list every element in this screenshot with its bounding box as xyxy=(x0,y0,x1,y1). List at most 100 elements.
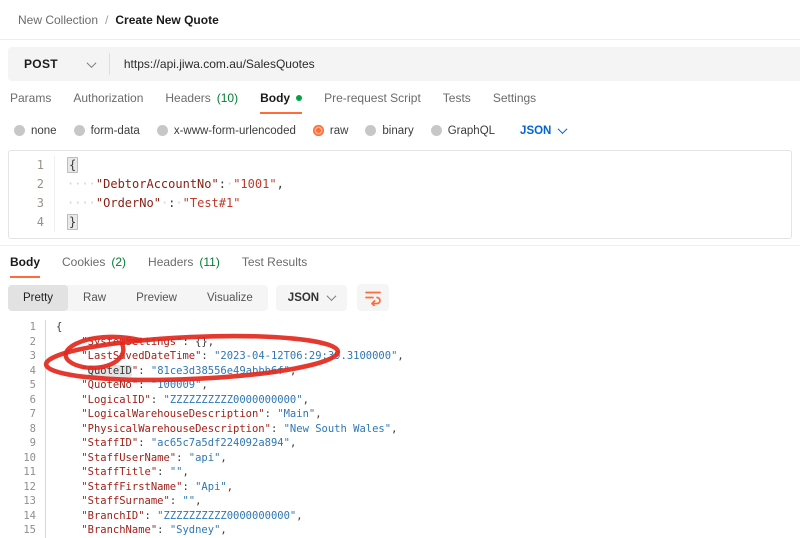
code-line: 1{ xyxy=(9,156,791,175)
radio-label: raw xyxy=(330,125,349,137)
code-line: 2····"DebtorAccountNo":·"1001", xyxy=(9,175,791,194)
code-line: 10 "StaffUserName": "api", xyxy=(0,451,800,466)
line-number: 2 xyxy=(0,335,46,350)
response-body-viewer: 1{2 "SystemSettings": {},3 "LastSavedDat… xyxy=(0,318,800,538)
tab-count-badge: (10) xyxy=(217,91,238,105)
view-mode-visualize[interactable]: Visualize xyxy=(192,285,268,311)
line-content: "LogicalWarehouseDescription": "Main", xyxy=(46,407,322,422)
line-number: 5 xyxy=(0,378,46,393)
response-toolbar: PrettyRawPreviewVisualize JSON xyxy=(0,278,800,318)
line-number: 1 xyxy=(9,156,55,175)
radio-label: binary xyxy=(382,125,413,137)
line-number: 7 xyxy=(0,407,46,422)
line-content: "LogicalID": "ZZZZZZZZZZ0000000000", xyxy=(46,393,309,408)
line-content: { xyxy=(46,320,62,335)
breadcrumb: New Collection / Create New Quote xyxy=(0,0,800,40)
code-line: 2 "SystemSettings": {}, xyxy=(0,335,800,350)
request-tab-pre-request-script[interactable]: Pre-request Script xyxy=(324,91,421,114)
line-content: "StaffUserName": "api", xyxy=(46,451,227,466)
view-mode-raw[interactable]: Raw xyxy=(68,285,121,311)
line-number: 1 xyxy=(0,320,46,335)
line-number: 3 xyxy=(0,349,46,364)
request-tab-body[interactable]: Body xyxy=(260,91,302,114)
line-content: { xyxy=(55,156,78,175)
chevron-down-icon xyxy=(327,291,337,301)
raw-language-selector[interactable]: JSON xyxy=(520,125,566,137)
line-number: 10 xyxy=(0,451,46,466)
wrap-text-icon xyxy=(364,289,382,306)
line-number: 9 xyxy=(0,436,46,451)
tab-label: Body xyxy=(260,91,290,105)
line-number: 4 xyxy=(9,213,55,232)
line-number: 13 xyxy=(0,494,46,509)
tab-label: Pre-request Script xyxy=(324,91,421,105)
line-number: 3 xyxy=(9,194,55,213)
request-url-bar: POST https://api.jiwa.com.au/SalesQuotes xyxy=(8,47,800,81)
request-tabs: Params Authorization Headers(10) Body Pre-re… xyxy=(0,81,800,114)
line-number: 6 xyxy=(0,393,46,408)
code-line: 11 "StaffTitle": "", xyxy=(0,465,800,480)
tab-count-badge: (11) xyxy=(199,255,219,269)
code-line: 8 "PhysicalWarehouseDescription": "New S… xyxy=(0,422,800,437)
tab-label: Headers xyxy=(148,255,193,269)
body-type-binary[interactable]: binary xyxy=(365,125,413,137)
chevron-down-icon xyxy=(558,124,568,134)
response-tab-cookies[interactable]: Cookies(2) xyxy=(62,255,126,278)
line-content: "LastSavedDateTime": "2023-04-12T06:29:3… xyxy=(46,349,404,364)
code-line: 13 "StaffSurname": "", xyxy=(0,494,800,509)
request-tab-settings[interactable]: Settings xyxy=(493,91,536,114)
body-type-graphql[interactable]: GraphQL xyxy=(431,125,495,137)
radio-icon xyxy=(431,125,442,136)
breadcrumb-separator: / xyxy=(105,13,108,27)
breadcrumb-collection[interactable]: New Collection xyxy=(18,13,98,27)
code-line: 3····"OrderNo"·:·"Test#1" xyxy=(9,194,791,213)
line-content: "StaffFirstName": "Api", xyxy=(46,480,233,495)
code-line: 6 "LogicalID": "ZZZZZZZZZZ0000000000", xyxy=(0,393,800,408)
response-language-selector[interactable]: JSON xyxy=(276,285,347,311)
response-tab-body[interactable]: Body xyxy=(10,255,40,278)
line-content: "BranchName": "Sydney", xyxy=(46,523,227,538)
request-body-editor[interactable]: 1{2····"DebtorAccountNo":·"1001",3····"O… xyxy=(8,150,792,239)
body-type-raw[interactable]: raw xyxy=(313,125,349,137)
line-number: 4 xyxy=(0,364,46,379)
request-tab-params[interactable]: Params xyxy=(10,91,51,114)
radio-label: GraphQL xyxy=(448,125,495,137)
code-line: 9 "StaffID": "ac65c7a5df224092a894", xyxy=(0,436,800,451)
tab-label: Test Results xyxy=(242,255,307,269)
code-line: 3 "LastSavedDateTime": "2023-04-12T06:29… xyxy=(0,349,800,364)
request-tab-authorization[interactable]: Authorization xyxy=(73,91,143,114)
radio-label: form-data xyxy=(91,125,140,137)
tab-label: Authorization xyxy=(73,91,143,105)
response-tab-headers[interactable]: Headers (11) xyxy=(148,255,220,278)
tab-label: Settings xyxy=(493,91,536,105)
response-view-modes: PrettyRawPreviewVisualize xyxy=(8,285,268,311)
request-tab-tests[interactable]: Tests xyxy=(443,91,471,114)
code-line: 1{ xyxy=(0,320,800,335)
line-number: 2 xyxy=(9,175,55,194)
body-type-form-data[interactable]: form-data xyxy=(74,125,140,137)
code-line: 15 "BranchName": "Sydney", xyxy=(0,523,800,538)
response-tab-test-results[interactable]: Test Results xyxy=(242,255,307,278)
request-tab-headers[interactable]: Headers(10) xyxy=(165,91,238,114)
tab-label: Params xyxy=(10,91,51,105)
line-number: 15 xyxy=(0,523,46,538)
line-content: ····"DebtorAccountNo":·"1001", xyxy=(55,175,284,194)
radio-icon xyxy=(313,125,324,136)
view-mode-preview[interactable]: Preview xyxy=(121,285,192,311)
url-input[interactable]: https://api.jiwa.com.au/SalesQuotes xyxy=(110,57,315,71)
body-type-none[interactable]: none xyxy=(14,125,57,137)
method-selector[interactable]: POST xyxy=(8,57,109,71)
line-number: 12 xyxy=(0,480,46,495)
code-line: 7 "LogicalWarehouseDescription": "Main", xyxy=(0,407,800,422)
code-line: 12 "StaffFirstName": "Api", xyxy=(0,480,800,495)
radio-label: x-www-form-urlencoded xyxy=(174,125,296,137)
line-content: } xyxy=(55,213,78,232)
modified-dot-icon xyxy=(296,95,302,101)
wrap-text-button[interactable] xyxy=(357,284,389,311)
chevron-down-icon xyxy=(86,58,96,68)
tab-label: Tests xyxy=(443,91,471,105)
line-content: "QuoteID": "81ce3d38556e49abbb6f", xyxy=(46,364,296,379)
body-type-x-www-form-urlencoded[interactable]: x-www-form-urlencoded xyxy=(157,125,296,137)
view-mode-pretty[interactable]: Pretty xyxy=(8,285,68,311)
code-line: 5 "QuoteNo": "100009", xyxy=(0,378,800,393)
